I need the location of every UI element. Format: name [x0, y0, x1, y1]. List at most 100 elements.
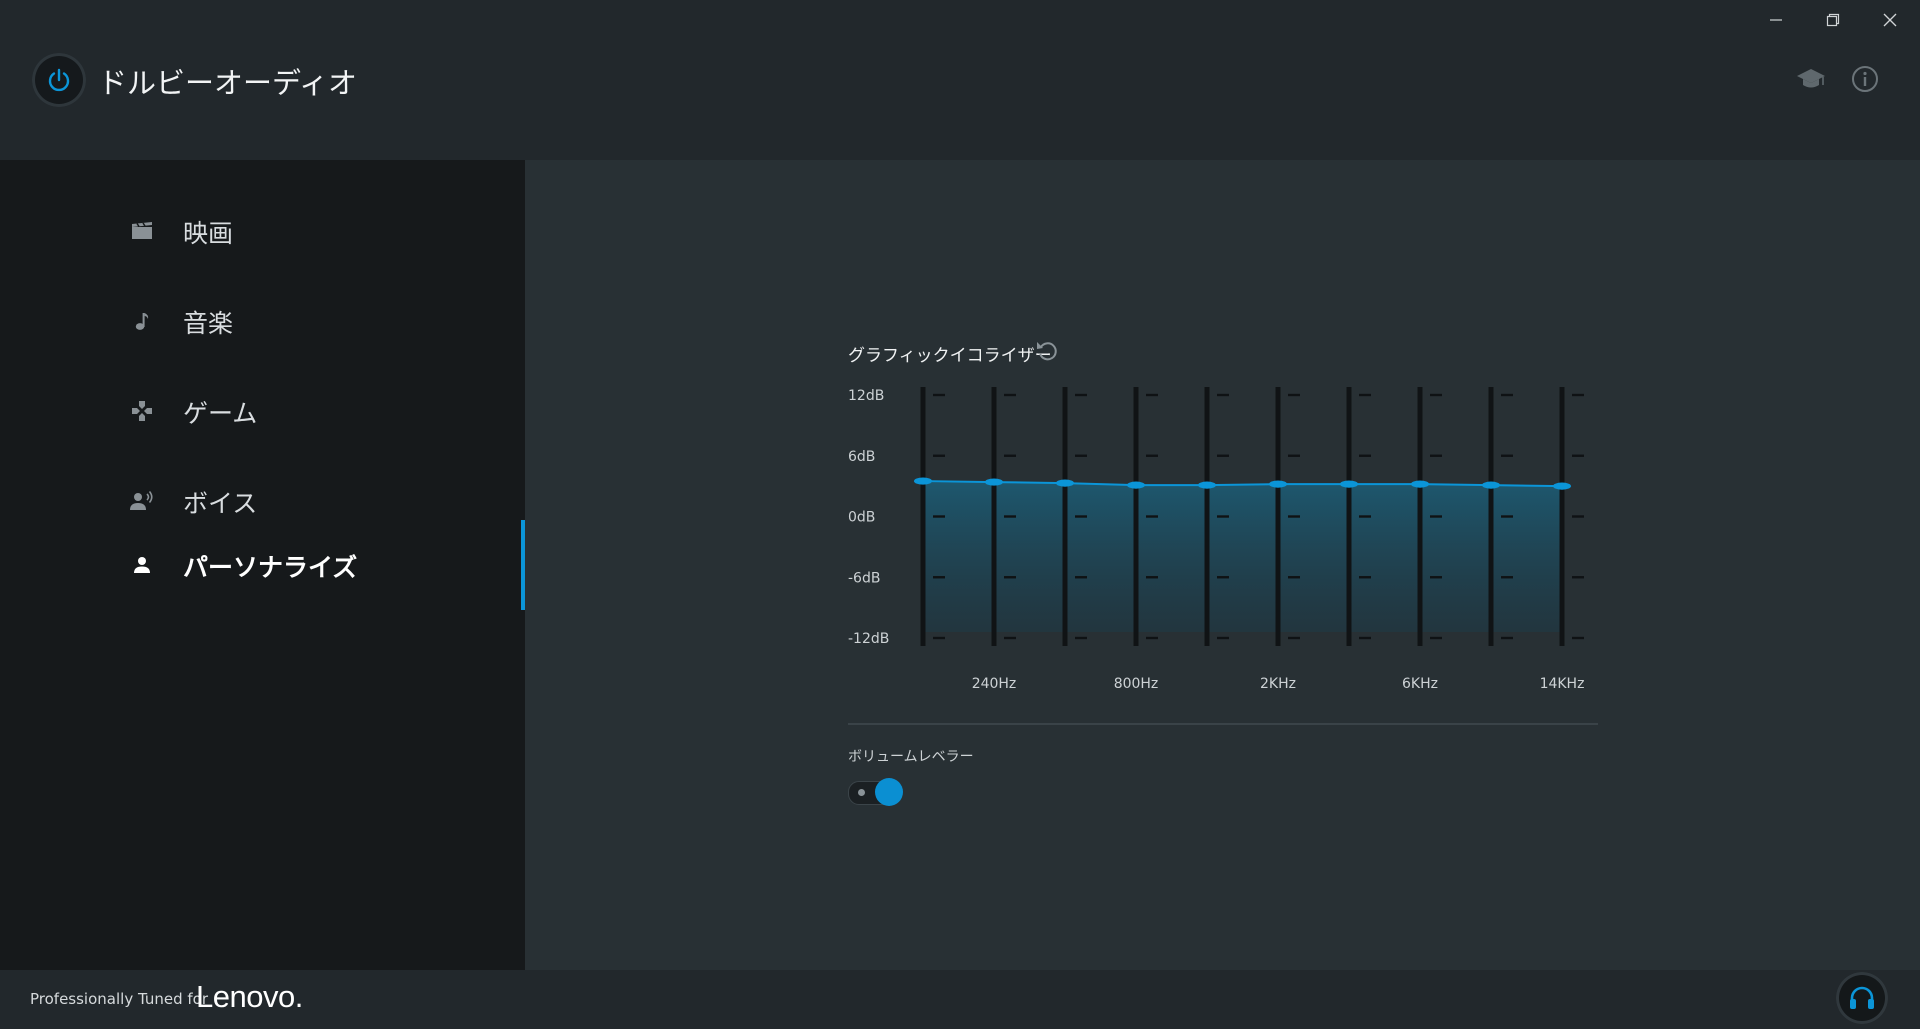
restore-icon	[1826, 13, 1840, 27]
footer: Professionally Tuned for Lenovo.	[0, 970, 1920, 1029]
eq-band-handle[interactable]	[1482, 481, 1500, 489]
eq-tick-mark	[1359, 576, 1371, 579]
eq-tick-mark	[1288, 393, 1300, 397]
eq-tick-mark	[1004, 515, 1016, 518]
eq-tick-mark	[1359, 454, 1371, 457]
eq-slider-track	[1133, 387, 1139, 646]
info-button[interactable]	[1850, 64, 1880, 94]
eq-tick-mark	[1004, 636, 1016, 640]
eq-slider-track	[1488, 387, 1494, 646]
power-button[interactable]	[32, 53, 86, 107]
eq-tick-mark	[1217, 515, 1229, 518]
eq-slider-track	[1275, 387, 1281, 646]
eq-tick-mark	[1501, 515, 1513, 518]
sidebar: 映画 音楽 ゲーム ボイス パーソナライズ	[0, 160, 525, 970]
eq-band-handle[interactable]	[1411, 480, 1429, 488]
eq-tick-mark	[1146, 636, 1158, 640]
output-device-button[interactable]	[1836, 972, 1888, 1024]
eq-tick-mark	[1217, 454, 1229, 457]
music-note-icon	[130, 309, 154, 333]
sidebar-item-label: ボイス	[183, 489, 258, 518]
eq-band-handle[interactable]	[1553, 482, 1571, 490]
tutorial-button[interactable]	[1796, 64, 1826, 94]
sidebar-item-label: パーソナライズ	[183, 553, 358, 582]
eq-slider-track	[1062, 387, 1068, 646]
eq-tick-mark	[933, 454, 945, 457]
eq-tick-mark	[1075, 515, 1087, 518]
volume-leveler-toggle[interactable]	[848, 778, 903, 806]
tutorial-cap-icon	[1797, 69, 1825, 88]
close-button[interactable]	[1870, 8, 1910, 32]
equalizer-title: グラフィックイコライザー	[848, 346, 1052, 366]
x-tick-label: 240Hz	[972, 676, 1017, 692]
sidebar-item-personalize[interactable]: パーソナライズ	[0, 520, 525, 610]
eq-tick-mark	[933, 636, 945, 640]
y-tick-label: 6dB	[848, 449, 875, 465]
headphones-icon	[1850, 986, 1874, 1009]
eq-tick-mark	[933, 393, 945, 397]
eq-tick-mark	[1288, 636, 1300, 640]
eq-tick-mark	[1501, 636, 1513, 640]
eq-slider-track	[1204, 387, 1210, 646]
sidebar-item-label: 音楽	[183, 309, 234, 338]
restore-button[interactable]	[1813, 8, 1853, 32]
eq-tick-mark	[933, 576, 945, 579]
eq-tick-mark	[1572, 393, 1584, 397]
gamepad-icon	[130, 399, 154, 423]
equalizer-chart[interactable]: 12dB 6dB 0dB -6dB -12dB 240Hz 800Hz 2KHz 6KHz 14K…	[825, 372, 1625, 712]
minimize-button[interactable]	[1756, 8, 1796, 32]
eq-tick-mark	[1288, 515, 1300, 518]
eq-tick-mark	[1359, 393, 1371, 397]
eq-band-handle[interactable]	[1127, 481, 1145, 489]
eq-tick-mark	[1430, 454, 1442, 457]
x-tick-label: 2KHz	[1260, 676, 1296, 692]
eq-band-handle[interactable]	[985, 478, 1003, 486]
footer-tagline: Professionally Tuned for	[30, 990, 209, 1008]
eq-tick-mark	[1501, 454, 1513, 457]
eq-tick-mark	[1430, 393, 1442, 397]
y-tick-label: -12dB	[848, 631, 889, 647]
x-tick-label: 14KHz	[1540, 676, 1585, 692]
person-icon	[130, 553, 154, 577]
eq-band-handle[interactable]	[1340, 480, 1358, 488]
eq-tick-mark	[1217, 636, 1229, 640]
eq-band-handle[interactable]	[1198, 481, 1216, 489]
x-tick-label: 6KHz	[1402, 676, 1438, 692]
eq-tick-mark	[1430, 576, 1442, 579]
eq-fill-area	[923, 481, 1562, 632]
eq-tick-mark	[933, 515, 945, 518]
eq-tick-mark	[1501, 393, 1513, 397]
app-title: ドルビーオーディオ	[98, 66, 357, 100]
app-header: ドルビーオーディオ	[0, 0, 1920, 160]
eq-tick-mark	[1572, 515, 1584, 518]
sidebar-item-game[interactable]: ゲーム	[0, 366, 525, 456]
film-icon	[130, 219, 154, 243]
eq-tick-mark	[1217, 393, 1229, 397]
eq-slider-track	[991, 387, 997, 646]
eq-tick-mark	[1430, 515, 1442, 518]
reset-button[interactable]	[1035, 339, 1059, 363]
eq-tick-mark	[1572, 576, 1584, 579]
eq-band-handle[interactable]	[914, 477, 932, 485]
minimize-icon	[1770, 19, 1782, 21]
eq-slider-track	[1559, 387, 1565, 646]
eq-tick-mark	[1359, 636, 1371, 640]
eq-band-handle[interactable]	[1269, 480, 1287, 488]
sidebar-item-music[interactable]: 音楽	[0, 276, 525, 366]
eq-tick-mark	[1146, 515, 1158, 518]
y-tick-label: 12dB	[848, 388, 884, 404]
eq-tick-mark	[1075, 576, 1087, 579]
eq-tick-mark	[1004, 393, 1016, 397]
eq-tick-mark	[1004, 454, 1016, 457]
sidebar-item-movie[interactable]: 映画	[0, 186, 525, 276]
eq-band-handle[interactable]	[1056, 479, 1074, 487]
eq-tick-mark	[1075, 454, 1087, 457]
close-icon	[1883, 13, 1897, 27]
toggle-knob[interactable]	[875, 778, 903, 806]
divider	[848, 723, 1598, 725]
y-tick-label: 0dB	[848, 510, 875, 526]
eq-tick-mark	[1146, 454, 1158, 457]
sidebar-item-label: 映画	[183, 219, 234, 248]
toggle-off-dot	[858, 789, 865, 796]
eq-tick-mark	[1572, 636, 1584, 640]
